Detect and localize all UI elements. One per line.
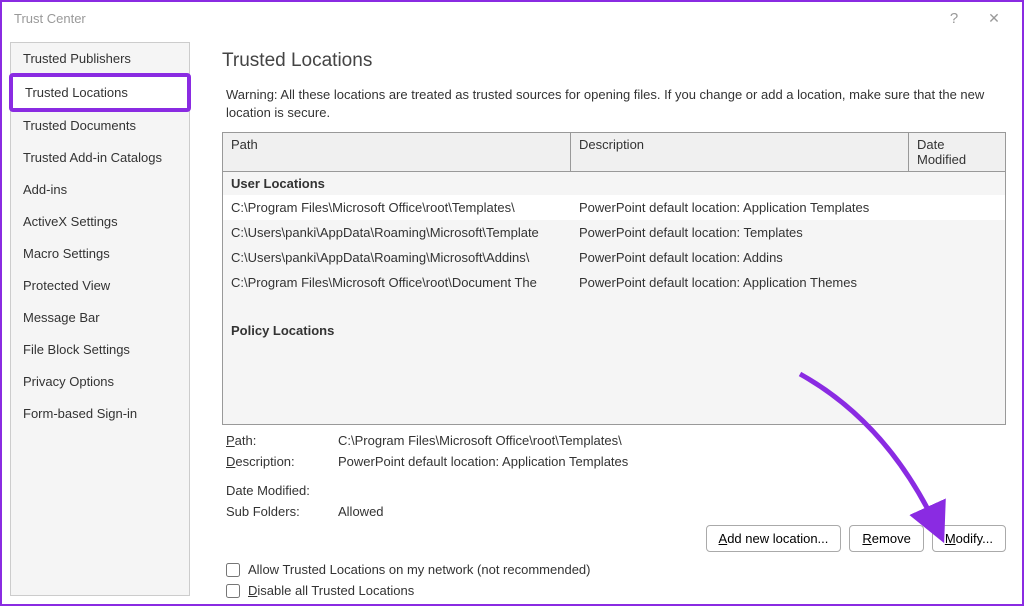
sidebar-item-macro-settings[interactable]: Macro Settings (11, 238, 189, 270)
warning-text: Warning: All these locations are treated… (226, 86, 1006, 122)
section-user-locations: User Locations (223, 172, 1005, 195)
cell-desc: PowerPoint default location: Addins (571, 248, 909, 267)
sidebar-item-activex-settings[interactable]: ActiveX Settings (11, 206, 189, 238)
cell-desc: PowerPoint default location: Application… (571, 198, 909, 217)
sidebar-item-privacy-options[interactable]: Privacy Options (11, 366, 189, 398)
cell-path: C:\Program Files\Microsoft Office\root\T… (223, 198, 571, 217)
section-policy-locations: Policy Locations (223, 319, 1005, 342)
detail-date-label: Date Modified: (226, 483, 338, 498)
allow-network-label: Allow Trusted Locations on my network (n… (248, 562, 591, 577)
main-panel: Trusted Locations Warning: All these loc… (190, 34, 1022, 604)
cell-desc: PowerPoint default location: Templates (571, 223, 909, 242)
sidebar-item-trusted-documents[interactable]: Trusted Documents (11, 110, 189, 142)
sidebar-item-message-bar[interactable]: Message Bar (11, 302, 189, 334)
allow-network-checkbox-row[interactable]: Allow Trusted Locations on my network (n… (226, 562, 1006, 577)
sidebar-item-protected-view[interactable]: Protected View (11, 270, 189, 302)
help-icon[interactable]: ? (934, 10, 974, 27)
cell-date (909, 273, 1005, 292)
header-description[interactable]: Description (571, 133, 909, 171)
header-date-modified[interactable]: Date Modified (909, 133, 1005, 171)
cell-path: C:\Program Files\Microsoft Office\root\D… (223, 273, 571, 292)
cell-date (909, 223, 1005, 242)
titlebar: Trust Center ? ✕ (2, 2, 1022, 34)
table-row[interactable]: C:\Program Files\Microsoft Office\root\T… (223, 195, 1005, 220)
sidebar-item-trusted-addin-catalogs[interactable]: Trusted Add-in Catalogs (11, 142, 189, 174)
cell-date (909, 198, 1005, 217)
table-row[interactable]: C:\Users\panki\AppData\Roaming\Microsoft… (223, 245, 1005, 270)
remove-button[interactable]: Remove (849, 525, 923, 552)
sidebar-item-trusted-locations[interactable]: Trusted Locations (9, 73, 191, 112)
disable-all-label: Disable all Trusted Locations (248, 583, 414, 598)
cell-path: C:\Users\panki\AppData\Roaming\Microsoft… (223, 223, 571, 242)
disable-all-checkbox[interactable] (226, 584, 240, 598)
sidebar-item-trusted-publishers[interactable]: Trusted Publishers (11, 43, 189, 75)
modify-button[interactable]: Modify... (932, 525, 1006, 552)
cell-path: C:\Users\panki\AppData\Roaming\Microsoft… (223, 248, 571, 267)
detail-subfolders-value: Allowed (338, 504, 1006, 519)
detail-path-label: Path: (226, 433, 338, 448)
detail-path-value: C:\Program Files\Microsoft Office\root\T… (338, 433, 1006, 448)
table-body: User Locations C:\Program Files\Microsof… (223, 172, 1005, 424)
close-icon[interactable]: ✕ (974, 10, 1014, 27)
cell-date (909, 248, 1005, 267)
locations-table: Path Description Date Modified User Loca… (222, 132, 1006, 425)
sidebar: Trusted Publishers Trusted Locations Tru… (10, 42, 190, 596)
detail-description-label: Description: (226, 454, 338, 469)
allow-network-checkbox[interactable] (226, 563, 240, 577)
sidebar-item-add-ins[interactable]: Add-ins (11, 174, 189, 206)
table-header: Path Description Date Modified (223, 133, 1005, 172)
details-panel: Path: C:\Program Files\Microsoft Office\… (226, 433, 1006, 519)
sidebar-item-file-block-settings[interactable]: File Block Settings (11, 334, 189, 366)
table-row[interactable]: C:\Users\panki\AppData\Roaming\Microsoft… (223, 220, 1005, 245)
page-title: Trusted Locations (222, 50, 1006, 72)
disable-all-checkbox-row[interactable]: Disable all Trusted Locations (226, 583, 1006, 598)
detail-date-value (338, 483, 1006, 498)
table-row[interactable]: C:\Program Files\Microsoft Office\root\D… (223, 270, 1005, 295)
sidebar-item-form-based-sign-in[interactable]: Form-based Sign-in (11, 398, 189, 430)
detail-subfolders-label: Sub Folders: (226, 504, 338, 519)
add-new-location-button[interactable]: Add new location... (706, 525, 842, 552)
buttons-row: Add new location... Remove Modify... (222, 525, 1006, 552)
window-title: Trust Center (10, 11, 934, 26)
detail-description-value: PowerPoint default location: Application… (338, 454, 1006, 469)
content-area: Trusted Publishers Trusted Locations Tru… (2, 34, 1022, 604)
header-path[interactable]: Path (223, 133, 571, 171)
cell-desc: PowerPoint default location: Application… (571, 273, 909, 292)
